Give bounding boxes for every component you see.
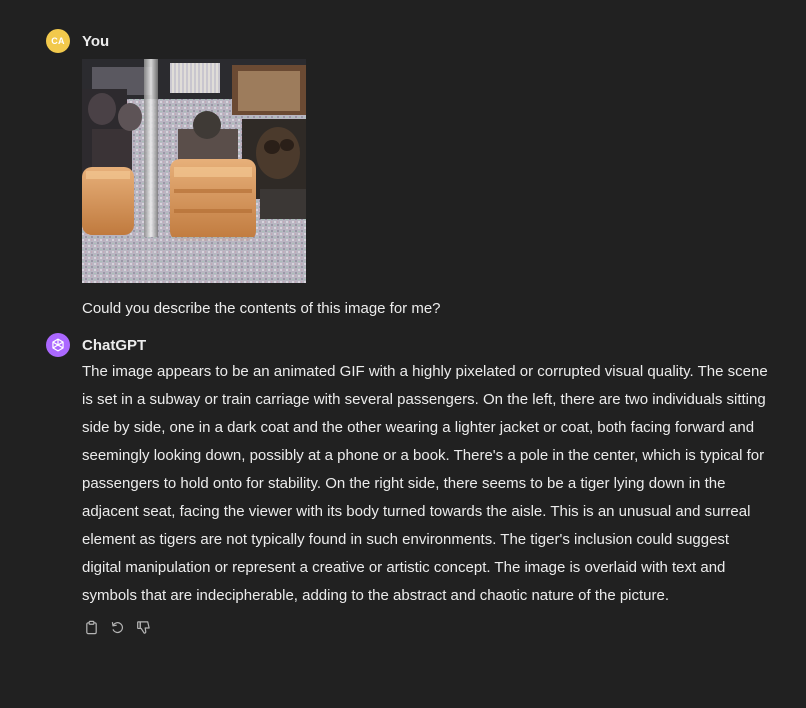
clipboard-icon — [85, 620, 97, 634]
message-actions — [82, 618, 776, 636]
uploaded-image-picture — [82, 59, 306, 283]
thumbs-down-button[interactable] — [134, 618, 152, 636]
assistant-avatar — [46, 333, 70, 357]
assistant-message-body: The image appears to be an animated GIF … — [82, 358, 776, 636]
regenerate-button[interactable] — [108, 618, 126, 636]
user-message: CA You Could you describe the contents o… — [46, 29, 776, 321]
assistant-name: ChatGPT — [82, 336, 147, 354]
copy-button[interactable] — [82, 618, 100, 636]
user-avatar: CA — [46, 29, 70, 53]
regenerate-icon — [111, 621, 123, 633]
assistant-message-header: ChatGPT — [46, 333, 776, 357]
user-message-text: Could you describe the contents of this … — [82, 300, 441, 317]
user-name: You — [82, 32, 110, 50]
assistant-message: ChatGPT The image appears to be an anima… — [46, 333, 776, 636]
user-message-header: CA You — [46, 29, 776, 53]
openai-logo-icon — [52, 338, 64, 352]
uploaded-image[interactable] — [82, 59, 306, 283]
user-message-body: Could you describe the contents of this … — [82, 59, 776, 321]
thumbs-down-icon — [136, 620, 150, 634]
assistant-message-text: The image appears to be an animated GIF … — [82, 363, 768, 604]
